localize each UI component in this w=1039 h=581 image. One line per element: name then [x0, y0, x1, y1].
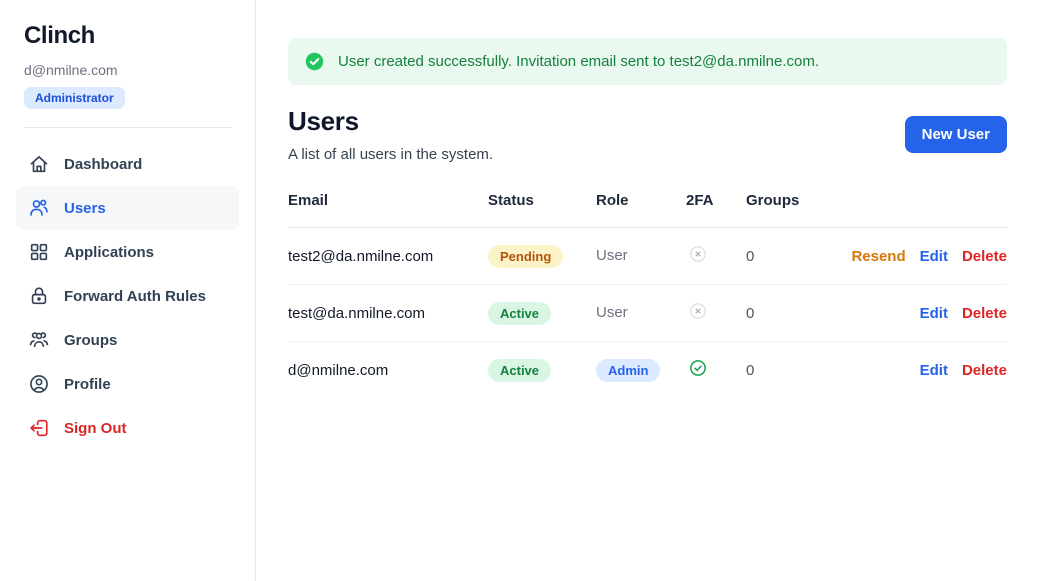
page-subtitle: A list of all users in the system. [288, 146, 493, 163]
groups-icon [28, 329, 50, 351]
twofa-enabled-icon [688, 358, 708, 378]
status-badge: Active [488, 359, 551, 382]
role-text: User [596, 247, 628, 264]
sidebar-item-sign-out[interactable]: Sign Out [16, 406, 239, 450]
administrator-badge: Administrator [24, 87, 125, 109]
lock-icon [28, 285, 50, 307]
apps-grid-icon [28, 241, 50, 263]
table-row: d@nmilne.comActive Admin 0Edit Delete [288, 342, 1007, 399]
column-header-groups: Groups [746, 192, 1007, 209]
user-email-cell: test@da.nmilne.com [288, 305, 488, 322]
users-table: EmailStatusRole2FAGroups test2@da.nmilne… [288, 192, 1007, 399]
sidebar-nav: Dashboard Users Applications Forward Auth R… [16, 142, 239, 450]
main-content: User created successfully. Invitation em… [256, 0, 1039, 581]
page-header-text: Users A list of all users in the system. [288, 106, 493, 163]
page-title: Users [288, 106, 493, 137]
groups-count: 0 [746, 248, 851, 265]
table-row: test@da.nmilne.comActive User 0Edit Delete [288, 285, 1007, 342]
edit-link[interactable]: Edit [920, 362, 948, 379]
role-badge: Admin [596, 359, 660, 382]
delete-link[interactable]: Delete [962, 305, 1007, 322]
column-header-role: Role [596, 192, 686, 209]
users-table-header: EmailStatusRole2FAGroups [288, 192, 1007, 228]
status-badge: Active [488, 302, 551, 325]
user-email-cell: test2@da.nmilne.com [288, 248, 488, 265]
user-email-cell: d@nmilne.com [288, 362, 488, 379]
banner-message: User created successfully. Invitation em… [338, 53, 819, 70]
sidebar-header: Clinch d@nmilne.com Administrator [16, 22, 239, 109]
sidebar-divider [24, 127, 231, 128]
app-window: Clinch d@nmilne.com Administrator Dashbo… [0, 0, 1039, 581]
app-title: Clinch [24, 22, 231, 50]
sidebar-item-users[interactable]: Users [16, 186, 239, 230]
page-header: Users A list of all users in the system.… [288, 106, 1007, 163]
users-icon [28, 197, 50, 219]
sidebar-item-label: Forward Auth Rules [64, 288, 206, 305]
sidebar-item-applications[interactable]: Applications [16, 230, 239, 274]
role-text: User [596, 304, 628, 321]
row-actions: Edit Delete [920, 305, 1007, 322]
home-icon [28, 153, 50, 175]
column-header-status: Status [488, 192, 596, 209]
sidebar-item-label: Sign Out [64, 420, 127, 437]
resend-link[interactable]: Resend [851, 248, 905, 265]
edit-link[interactable]: Edit [920, 305, 948, 322]
sidebar-item-label: Applications [64, 244, 154, 261]
table-row: test2@da.nmilne.comPending User 0Resend Edi… [288, 228, 1007, 285]
row-actions: Edit Delete [920, 362, 1007, 379]
sidebar-item-label: Groups [64, 332, 117, 349]
groups-count: 0 [746, 362, 920, 379]
new-user-button[interactable]: New User [905, 116, 1007, 153]
sidebar: Clinch d@nmilne.com Administrator Dashbo… [0, 0, 256, 581]
success-banner: User created successfully. Invitation em… [288, 38, 1007, 85]
sidebar-user-email: d@nmilne.com [24, 62, 231, 78]
column-header-2fa: 2FA [686, 192, 746, 209]
sidebar-item-forward-auth-rules[interactable]: Forward Auth Rules [16, 274, 239, 318]
delete-link[interactable]: Delete [962, 248, 1007, 265]
sidebar-item-dashboard[interactable]: Dashboard [16, 142, 239, 186]
sidebar-item-profile[interactable]: Profile [16, 362, 239, 406]
sidebar-item-label: Dashboard [64, 156, 142, 173]
check-circle-icon [304, 51, 325, 72]
row-actions: Resend Edit Delete [851, 248, 1007, 265]
users-table-body: test2@da.nmilne.comPendingUser0ResendEdi… [288, 228, 1007, 399]
twofa-disabled-icon [688, 301, 708, 321]
status-badge: Pending [488, 245, 563, 268]
column-header-email: Email [288, 192, 488, 209]
twofa-disabled-icon [688, 244, 708, 264]
sidebar-item-groups[interactable]: Groups [16, 318, 239, 362]
edit-link[interactable]: Edit [920, 248, 948, 265]
sidebar-item-label: Profile [64, 376, 111, 393]
sign-out-icon [28, 417, 50, 439]
profile-icon [28, 373, 50, 395]
delete-link[interactable]: Delete [962, 362, 1007, 379]
sidebar-item-label: Users [64, 200, 106, 217]
groups-count: 0 [746, 305, 920, 322]
